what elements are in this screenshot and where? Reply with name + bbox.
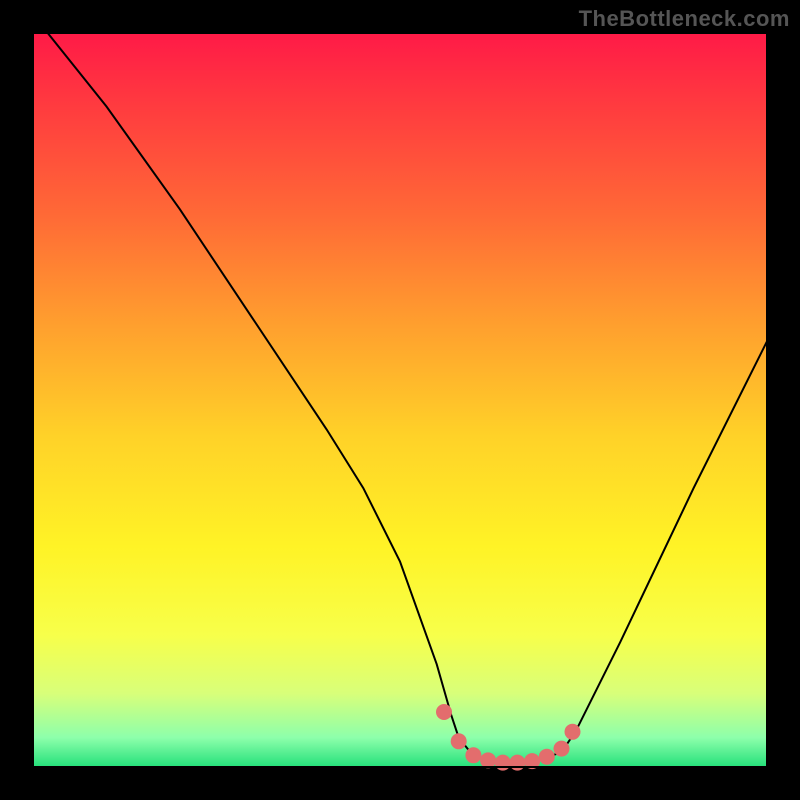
marker-dot: [509, 755, 525, 771]
marker-dot: [554, 741, 570, 757]
marker-dot: [539, 749, 555, 765]
chart-svg: [0, 0, 800, 800]
chart-container: TheBottleneck.com: [0, 0, 800, 800]
marker-dot: [565, 724, 581, 740]
marker-dot: [436, 704, 452, 720]
marker-dot: [495, 755, 511, 771]
plot-background: [33, 33, 767, 767]
watermark-text: TheBottleneck.com: [579, 6, 790, 32]
marker-dot: [451, 733, 467, 749]
marker-dot: [465, 747, 481, 763]
